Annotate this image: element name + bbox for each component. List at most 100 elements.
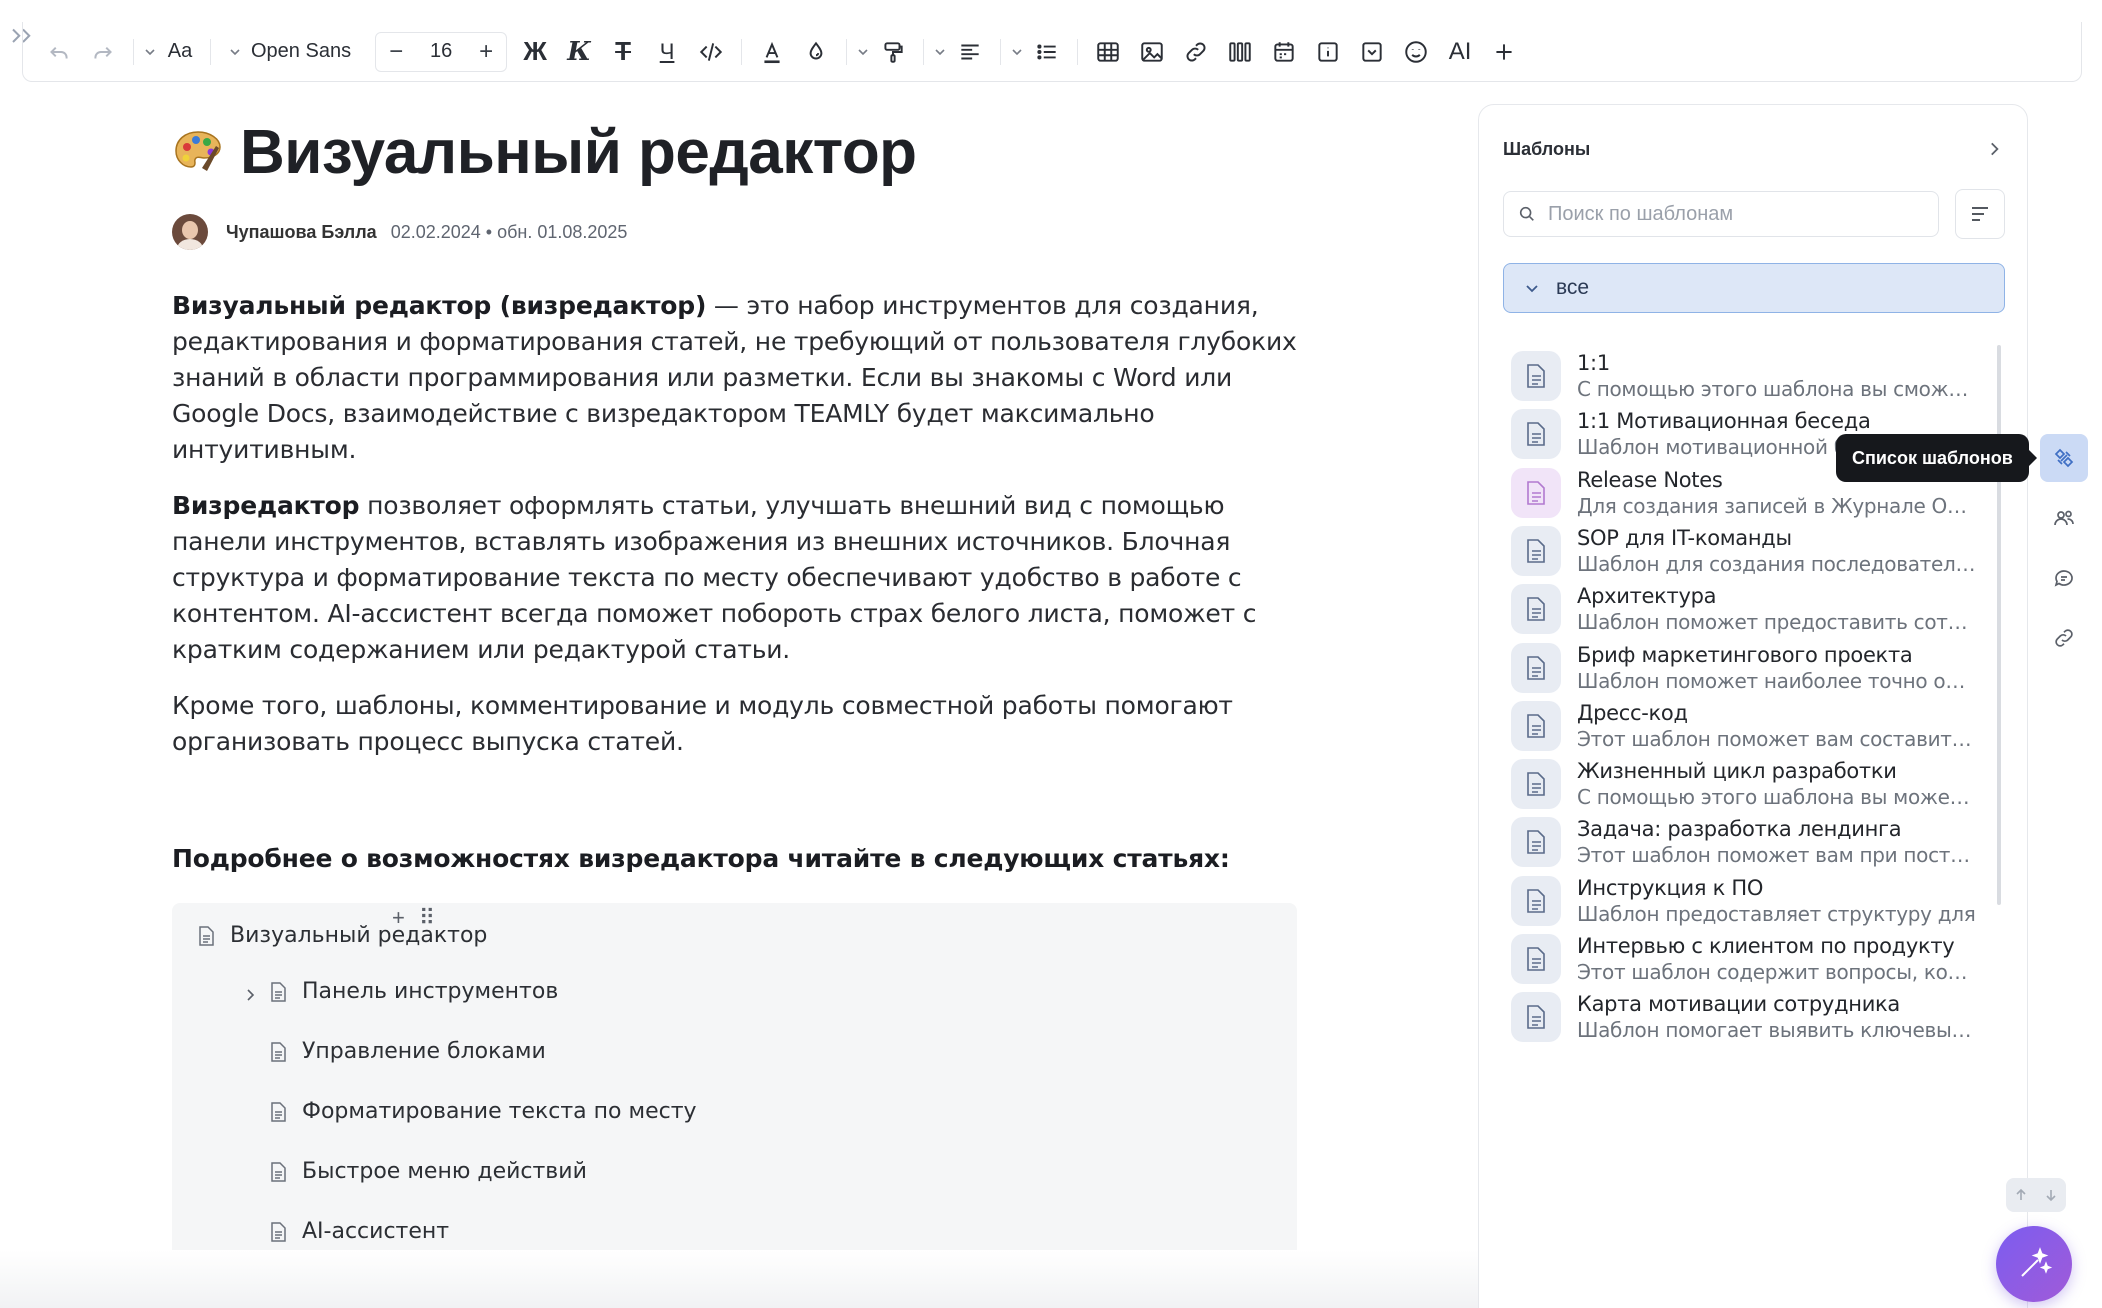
text-color-icon[interactable] bbox=[750, 30, 794, 74]
toc-item-child[interactable]: Форматирование текста по месту bbox=[268, 1099, 697, 1124]
chevron-right-icon[interactable] bbox=[242, 987, 258, 1008]
highlight-color-icon[interactable] bbox=[794, 30, 838, 74]
document-icon bbox=[271, 1221, 286, 1242]
document-icon bbox=[271, 1041, 286, 1062]
bullet-list-icon[interactable] bbox=[1025, 30, 1069, 74]
template-name: Архитектура bbox=[1577, 584, 1717, 609]
template-search-input[interactable] bbox=[1548, 202, 1928, 226]
author-avatar[interactable] bbox=[172, 214, 208, 250]
chevron-down-icon[interactable] bbox=[142, 30, 158, 74]
template-description: С помощью этого шаблона вы сможете прове… bbox=[1577, 377, 1977, 401]
toc-item-root[interactable]: Визуальный редактор bbox=[196, 923, 487, 948]
document-icon bbox=[271, 1161, 286, 1182]
template-list-scrollbar[interactable] bbox=[1997, 345, 2001, 905]
chevron-down-icon[interactable] bbox=[1009, 30, 1025, 74]
font-size-stepper: − 16 + bbox=[375, 31, 508, 72]
increase-size-button[interactable]: + bbox=[466, 33, 506, 71]
bottom-fade bbox=[0, 1250, 1478, 1308]
font-size-value[interactable]: 16 bbox=[416, 40, 466, 63]
chevron-down-icon bbox=[1526, 285, 1538, 293]
template-name: Карта мотивации сотрудника bbox=[1577, 992, 1901, 1017]
toc-item-child[interactable]: AI-ассистент bbox=[268, 1219, 449, 1244]
collaborators-rail-button[interactable] bbox=[2040, 494, 2088, 542]
category-filter[interactable]: все bbox=[1503, 263, 2005, 313]
format-painter-icon[interactable] bbox=[871, 30, 915, 74]
arrow-down-icon[interactable] bbox=[2043, 1187, 2059, 1203]
sort-button[interactable] bbox=[1955, 189, 2005, 239]
arrow-up-icon[interactable] bbox=[2013, 1187, 2029, 1203]
magic-wand-icon bbox=[2021, 1247, 2053, 1277]
document-icon bbox=[199, 925, 214, 946]
toolbar-divider bbox=[741, 38, 743, 65]
document-icon bbox=[1511, 409, 1561, 460]
chevron-right-icon[interactable] bbox=[1985, 140, 2003, 158]
search-icon bbox=[1519, 206, 1534, 221]
template-item-text: SOP для IT-команды Шаблон для создания по… bbox=[1577, 526, 1977, 576]
template-description: Для создания записей в Журнале Обновлени… bbox=[1577, 493, 1977, 518]
chevron-down-icon[interactable] bbox=[932, 30, 948, 74]
links-rail-button[interactable] bbox=[2040, 614, 2088, 662]
code-icon[interactable] bbox=[689, 30, 733, 74]
toc-item-child[interactable]: Панель инструментов bbox=[268, 979, 558, 1004]
redo-icon[interactable] bbox=[81, 30, 125, 74]
image-icon[interactable] bbox=[1130, 30, 1174, 74]
emoji-icon[interactable] bbox=[1394, 30, 1438, 74]
add-block-icon[interactable] bbox=[1482, 30, 1526, 74]
undo-icon[interactable] bbox=[37, 30, 81, 74]
templates-rail-button[interactable] bbox=[2040, 434, 2088, 482]
ai-button[interactable]: AI bbox=[1438, 30, 1482, 74]
decrease-size-button[interactable]: − bbox=[376, 33, 416, 71]
document-icon bbox=[1511, 875, 1561, 926]
templates-panel-title: Шаблоны bbox=[1503, 138, 1591, 159]
template-name: SOP для IT-команды bbox=[1577, 525, 1792, 550]
link-icon bbox=[2055, 629, 2073, 647]
template-description: Шаблон поможет предоставить сотрудникам bbox=[1577, 610, 1977, 635]
author-name[interactable]: Чупашова Бэлла bbox=[226, 222, 377, 243]
table-icon[interactable] bbox=[1086, 30, 1130, 74]
palette-emoji-icon[interactable] bbox=[172, 126, 224, 178]
toc-item-child[interactable]: Управление блоками bbox=[268, 1039, 546, 1064]
template-name: 1:1 Мотивационная беседа bbox=[1577, 409, 1871, 434]
toc-item-child[interactable]: Быстрое меню действий bbox=[268, 1159, 587, 1184]
templates-panel: Шаблоны все 1:1С помощью этого шаблона в… bbox=[1478, 104, 2028, 1308]
underline-button[interactable]: Ч bbox=[645, 30, 689, 74]
template-description: С помощью этого шаблона вы можете описат… bbox=[1577, 785, 1977, 810]
align-left-icon[interactable] bbox=[948, 30, 992, 74]
calendar-icon[interactable] bbox=[1262, 30, 1306, 74]
italic-button[interactable]: К bbox=[557, 30, 601, 74]
templates-icon bbox=[2054, 448, 2074, 468]
chevron-down-icon[interactable] bbox=[855, 30, 871, 74]
link-icon[interactable] bbox=[1174, 30, 1218, 74]
document-icon bbox=[1511, 584, 1561, 635]
toc-item-label: Панель инструментов bbox=[302, 979, 559, 1004]
toggle-block-icon[interactable] bbox=[1350, 30, 1394, 74]
strikethrough-button[interactable]: Т bbox=[601, 30, 645, 74]
article: Визуальный редактор Чупашова Бэлла 02.02… bbox=[172, 110, 1302, 1277]
info-block-icon[interactable] bbox=[1306, 30, 1350, 74]
template-item[interactable]: Карта мотивации сотрудника Шаблон помогае… bbox=[1503, 982, 1993, 1052]
document-icon bbox=[271, 1101, 286, 1122]
paragraph-1-bold: Визуальный редактор (визредактор) bbox=[172, 291, 707, 320]
paragraph-1: Визуальный редактор (визредактор) — это … bbox=[172, 288, 1302, 468]
bold-label: Ж bbox=[523, 36, 547, 66]
bold-button[interactable]: Ж bbox=[513, 30, 557, 74]
toolbar-divider bbox=[1077, 38, 1079, 65]
comments-rail-button[interactable] bbox=[2040, 554, 2088, 602]
template-item-text: Дресс-код Этот шаблон поможет вам состави… bbox=[1577, 701, 1977, 751]
toolbar-divider bbox=[846, 38, 848, 65]
editor-toolbar: Aa Open Sans − 16 + Ж К Т Ч AI bbox=[22, 22, 2082, 82]
font-family-select[interactable]: Open Sans bbox=[219, 30, 369, 74]
template-item-text: 1:1С помощью этого шаблона вы сможете пр… bbox=[1577, 351, 1977, 401]
document-icon bbox=[271, 981, 286, 1002]
template-description: Этот шаблон поможет вам при постановке bbox=[1577, 843, 1977, 868]
text-style-button[interactable]: Aa bbox=[158, 30, 202, 74]
template-item-text: Интервью с клиентом по продукту Этот шабл… bbox=[1577, 934, 1977, 984]
title-row: Визуальный редактор bbox=[172, 110, 1302, 194]
italic-label: К bbox=[567, 36, 591, 67]
columns-icon[interactable] bbox=[1218, 30, 1262, 74]
template-item-text: Инструкция к ПО Шаблон предоставляет стру… bbox=[1577, 876, 1977, 926]
paragraph-2-bold: Визредактор bbox=[172, 491, 360, 520]
child-pages-block: + ⠿ Визуальный редактор Панель инструмен… bbox=[172, 903, 1297, 1277]
ai-assistant-button[interactable] bbox=[1996, 1226, 2072, 1302]
ai-label: AI bbox=[1448, 37, 1472, 65]
